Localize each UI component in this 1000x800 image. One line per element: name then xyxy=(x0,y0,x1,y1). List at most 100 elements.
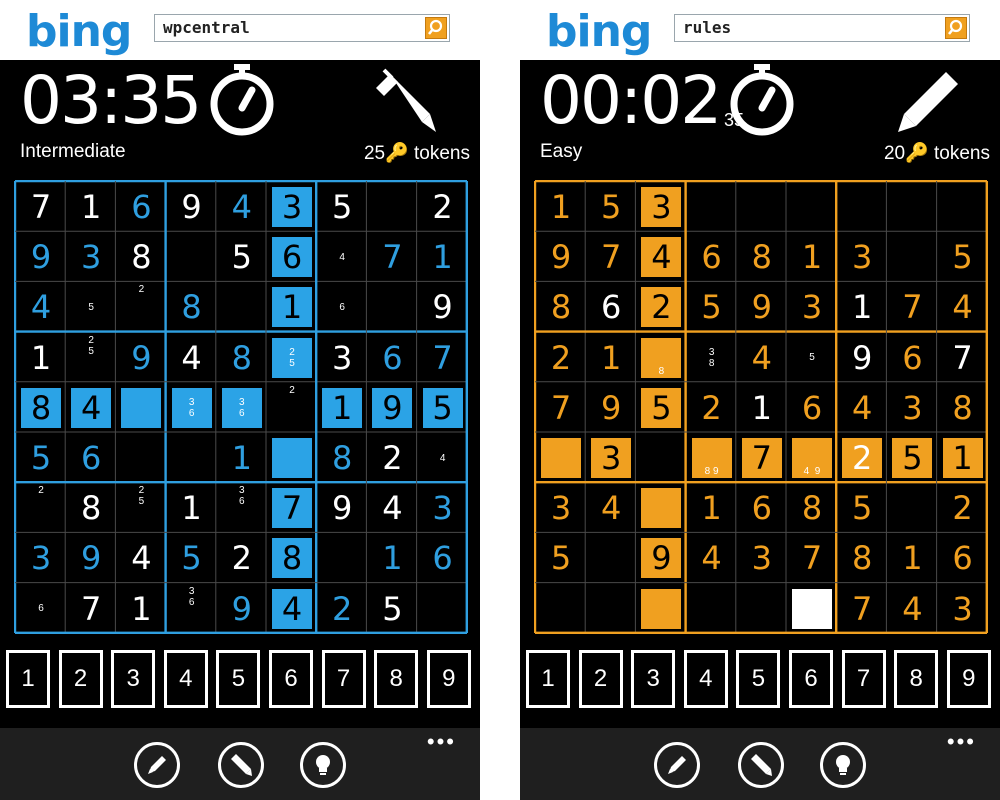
sudoku-cell[interactable]: 5 xyxy=(687,282,737,332)
sudoku-cell[interactable]: 3 xyxy=(66,232,116,282)
sudoku-cell[interactable] xyxy=(687,584,737,634)
sudoku-cell[interactable]: 3 xyxy=(737,533,787,583)
sudoku-cell[interactable]: 5 xyxy=(636,383,686,433)
sudoku-cell[interactable]: 1 xyxy=(217,433,267,483)
sudoku-cell[interactable]: 3 xyxy=(787,282,837,332)
sudoku-cell[interactable]: 7 xyxy=(737,433,787,483)
sudoku-cell[interactable] xyxy=(687,182,737,232)
sudoku-cell[interactable]: 3 xyxy=(887,383,937,433)
sudoku-cell[interactable]: 1 xyxy=(586,333,636,383)
sudoku-cell[interactable]: 2 xyxy=(367,433,417,483)
sudoku-cell[interactable] xyxy=(938,182,988,232)
sudoku-cell[interactable] xyxy=(887,232,937,282)
sudoku-cell[interactable]: 4 xyxy=(217,182,267,232)
pencil-icon[interactable] xyxy=(654,742,700,788)
sudoku-cell[interactable]: 3 xyxy=(938,584,988,634)
sudoku-cell[interactable]: 7 xyxy=(887,282,937,332)
pencil-icon[interactable] xyxy=(134,742,180,788)
number-key-4[interactable]: 4 xyxy=(683,650,728,708)
sudoku-cell[interactable]: 5 xyxy=(217,232,267,282)
sudoku-cell[interactable]: 6 xyxy=(418,533,468,583)
sudoku-cell[interactable]: 6 xyxy=(787,383,837,433)
sudoku-cell[interactable]: 6 xyxy=(16,584,66,634)
sudoku-cell[interactable]: 5 xyxy=(418,383,468,433)
sudoku-cell[interactable]: 2 5 xyxy=(267,333,317,383)
sudoku-cell[interactable]: 1 xyxy=(167,483,217,533)
sudoku-cell[interactable]: 9 xyxy=(536,232,586,282)
sudoku-cell[interactable] xyxy=(167,433,217,483)
sudoku-cell[interactable]: 6 xyxy=(586,282,636,332)
sudoku-cell[interactable] xyxy=(787,182,837,232)
sudoku-cell[interactable] xyxy=(636,433,686,483)
sudoku-cell[interactable]: 4 xyxy=(837,383,887,433)
search-box[interactable]: wpcentral xyxy=(154,14,450,42)
sudoku-cell[interactable]: 3 xyxy=(636,182,686,232)
sudoku-cell[interactable]: 2 5 xyxy=(116,483,166,533)
sudoku-cell[interactable]: 8 xyxy=(737,232,787,282)
sudoku-cell[interactable]: 3 xyxy=(267,182,317,232)
number-key-6[interactable]: 6 xyxy=(789,650,833,708)
sudoku-cell[interactable]: 8 xyxy=(167,282,217,332)
sudoku-cell[interactable] xyxy=(837,182,887,232)
sudoku-cell[interactable]: 8 xyxy=(66,483,116,533)
sudoku-cell[interactable]: 6 xyxy=(116,182,166,232)
sudoku-cell[interactable] xyxy=(737,182,787,232)
sudoku-cell[interactable]: 8 9 xyxy=(687,433,737,483)
sudoku-cell[interactable]: 1 xyxy=(267,282,317,332)
sudoku-cell[interactable] xyxy=(367,182,417,232)
sudoku-cell[interactable]: 9 xyxy=(586,383,636,433)
sudoku-cell[interactable]: 4 xyxy=(737,333,787,383)
pencil-mode-icon[interactable] xyxy=(890,66,964,140)
sudoku-cell[interactable] xyxy=(737,584,787,634)
sudoku-cell[interactable]: 9 xyxy=(16,232,66,282)
sudoku-cell[interactable]: 4 xyxy=(367,483,417,533)
sudoku-cell[interactable]: 8 xyxy=(116,232,166,282)
sudoku-cell[interactable]: 5 xyxy=(317,182,367,232)
sudoku-cell[interactable] xyxy=(887,483,937,533)
sudoku-cell[interactable]: 6 xyxy=(267,232,317,282)
sudoku-cell[interactable]: 6 xyxy=(66,433,116,483)
more-options-icon[interactable]: ••• xyxy=(947,731,976,753)
sudoku-cell[interactable]: 3 xyxy=(586,433,636,483)
sudoku-cell[interactable] xyxy=(536,433,586,483)
sudoku-cell[interactable]: 2 xyxy=(16,483,66,533)
sudoku-cell[interactable]: 2 xyxy=(217,533,267,583)
sudoku-cell[interactable]: 9 xyxy=(367,383,417,433)
sudoku-cell[interactable]: 1 xyxy=(687,483,737,533)
marker-icon[interactable] xyxy=(218,742,264,788)
sudoku-cell[interactable]: 9 xyxy=(66,533,116,583)
sudoku-cell[interactable]: 4 xyxy=(267,584,317,634)
sudoku-cell[interactable]: 3 6 xyxy=(167,584,217,634)
sudoku-cell[interactable]: 6 xyxy=(887,333,937,383)
sudoku-cell[interactable]: 9 xyxy=(418,282,468,332)
sudoku-cell[interactable]: 5 xyxy=(586,182,636,232)
sudoku-cell[interactable]: 8 xyxy=(267,533,317,583)
sudoku-cell[interactable]: 2 xyxy=(687,383,737,433)
sudoku-cell[interactable]: 2 xyxy=(636,282,686,332)
search-input[interactable]: wpcentral xyxy=(163,18,250,37)
number-key-1[interactable]: 1 xyxy=(6,650,50,708)
sudoku-cell[interactable]: 2 xyxy=(938,483,988,533)
sudoku-cell[interactable]: 5 xyxy=(167,533,217,583)
sudoku-cell[interactable]: 9 xyxy=(636,533,686,583)
sudoku-cell[interactable]: 5 xyxy=(887,433,937,483)
sudoku-cell[interactable]: 5 xyxy=(367,584,417,634)
search-icon[interactable] xyxy=(945,17,967,39)
number-key-7[interactable]: 7 xyxy=(841,650,886,708)
sudoku-cell[interactable]: 8 xyxy=(536,282,586,332)
sudoku-cell[interactable]: 3 xyxy=(317,333,367,383)
sudoku-cell[interactable]: 1 xyxy=(16,333,66,383)
sudoku-cell[interactable]: 1 xyxy=(837,282,887,332)
sudoku-cell[interactable]: 4 xyxy=(167,333,217,383)
marker-icon[interactable] xyxy=(738,742,784,788)
sudoku-cell[interactable]: 5 xyxy=(787,333,837,383)
pencil-mode-icon[interactable] xyxy=(370,66,444,140)
sudoku-cell[interactable]: 9 xyxy=(217,584,267,634)
sudoku-cell[interactable]: 5 xyxy=(837,483,887,533)
sudoku-cell[interactable]: 3 xyxy=(418,483,468,533)
sudoku-cell[interactable]: 9 xyxy=(837,333,887,383)
sudoku-cell[interactable]: 7 xyxy=(66,584,116,634)
sudoku-cell[interactable]: 9 xyxy=(737,282,787,332)
more-options-icon[interactable]: ••• xyxy=(427,731,456,753)
sudoku-cell[interactable]: 4 xyxy=(586,483,636,533)
